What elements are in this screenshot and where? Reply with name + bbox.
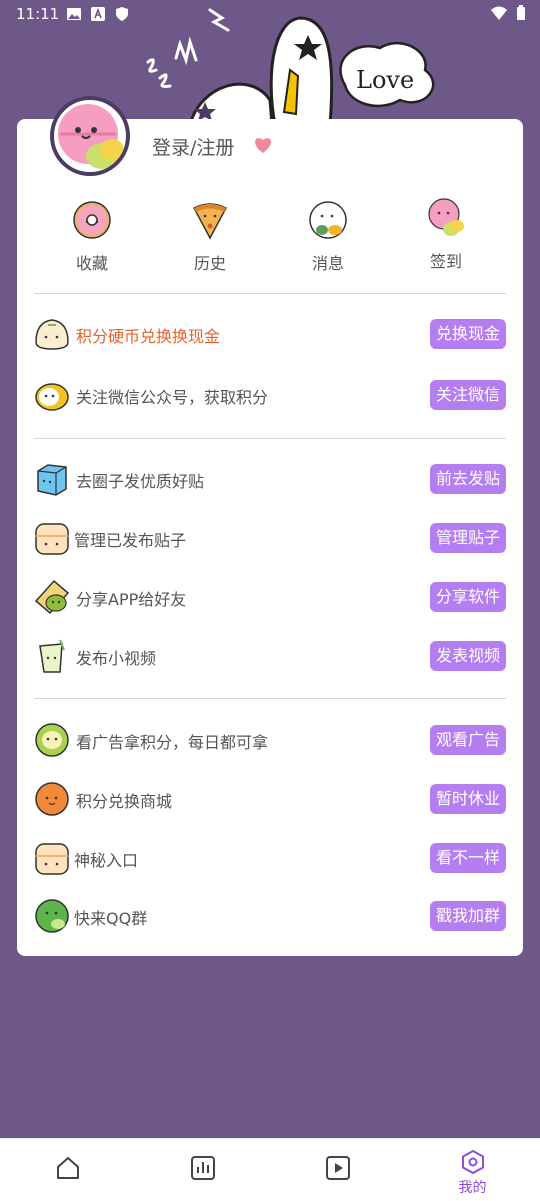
quick-action-messages[interactable]: 消息: [288, 200, 368, 274]
bun-icon: [35, 319, 69, 350]
donut-icon: [73, 201, 111, 239]
divider: [34, 293, 506, 294]
home-icon: [56, 1157, 79, 1179]
follow-wechat-button[interactable]: 关注微信: [429, 380, 506, 410]
play-icon: [325, 1156, 350, 1180]
macaron-icon: [428, 198, 464, 236]
nav-mine[interactable]: 我的: [405, 1139, 540, 1201]
svg-text:Love: Love: [356, 66, 414, 94]
list-item-text: 分享APP给好友: [76, 590, 187, 609]
list-item-manage-posts: 管理已发布贴子 管理贴子: [34, 518, 506, 558]
list-item-qq-group: 快来QQ群 戳我加群: [34, 896, 506, 936]
list-item-post-video: 发布小视频 发表视频: [34, 636, 506, 676]
list-item-share-app: 分享APP给好友 分享软件: [34, 577, 506, 617]
list-item-secret-entrance: 神秘入口 看不一样: [34, 838, 506, 878]
macaron-avatar-icon: [58, 104, 124, 169]
go-post-button[interactable]: 前去发贴: [429, 464, 506, 494]
list-item-exchange-cash: 积分硬币兑换换现金 兑换现金: [34, 314, 506, 354]
bottom-nav: 我的: [0, 1138, 540, 1201]
hexagon-icon: [461, 1150, 484, 1174]
mall-closed-button[interactable]: 暂时休业: [429, 784, 506, 814]
list-item-text: 积分硬币兑换换现金: [76, 327, 221, 346]
quick-action-history[interactable]: 历史: [170, 200, 250, 274]
cake-icon: [35, 843, 69, 875]
pizza-icon: [192, 203, 228, 240]
exchange-cash-button[interactable]: 兑换现金: [429, 319, 506, 349]
see-different-button[interactable]: 看不一样: [429, 843, 506, 873]
divider: [34, 438, 506, 439]
chart-icon: [190, 1156, 215, 1180]
share-app-button[interactable]: 分享软件: [429, 582, 506, 612]
list-item-text: 积分兑换商城: [76, 792, 173, 811]
quick-action-checkin[interactable]: 签到: [406, 198, 486, 272]
nav-label: 我的: [458, 1180, 487, 1196]
list-item-text: 看广告拿积分，每日都可拿: [76, 733, 269, 752]
post-video-button[interactable]: 发表视频: [429, 641, 506, 671]
list-item-post-circle: 去圈子发优质好贴 前去发贴: [34, 459, 506, 499]
list-item-watch-ads: 看广告拿积分，每日都可拿 观看广告: [34, 720, 506, 760]
join-group-button[interactable]: 戳我加群: [429, 901, 506, 931]
nav-video[interactable]: [270, 1139, 405, 1201]
list-item-text: 神秘入口: [74, 851, 139, 870]
green-bun-icon: [35, 723, 69, 757]
quick-action-label: 收藏: [75, 254, 108, 273]
drink-icon: [39, 639, 65, 673]
quick-action-label: 历史: [193, 254, 226, 273]
list-item-text: 发布小视频: [76, 649, 157, 668]
list-item-follow-wechat: 关注微信公众号，获取积分 关注微信: [34, 375, 506, 415]
list-item-text: 快来QQ群: [74, 909, 148, 928]
ice-cube-icon: [37, 464, 67, 496]
cake-icon: [35, 523, 69, 555]
quick-action-label: 消息: [311, 254, 344, 273]
manage-posts-button[interactable]: 管理贴子: [429, 523, 506, 553]
list-item-text: 关注微信公众号，获取积分: [76, 388, 269, 407]
sushi-icon: [309, 201, 347, 239]
lime-icon: [35, 899, 69, 933]
orange-bun-icon: [35, 782, 69, 816]
list-item-text: 管理已发布贴子: [74, 531, 187, 550]
quick-action-favorites[interactable]: 收藏: [52, 200, 132, 274]
toast-icon: [34, 579, 70, 615]
quick-action-label: 签到: [429, 252, 462, 271]
nav-home[interactable]: [0, 1139, 135, 1201]
login-register-link[interactable]: 登录/注册: [152, 133, 234, 160]
nav-stats[interactable]: [135, 1139, 270, 1201]
heart-icon: [255, 138, 271, 153]
list-item-text: 去圈子发优质好贴: [76, 472, 205, 491]
divider: [34, 698, 506, 699]
avatar[interactable]: [50, 96, 130, 176]
list-item-points-mall: 积分兑换商城 暂时休业: [34, 779, 506, 819]
egg-icon: [35, 383, 69, 411]
watch-ads-button[interactable]: 观看广告: [429, 725, 506, 755]
